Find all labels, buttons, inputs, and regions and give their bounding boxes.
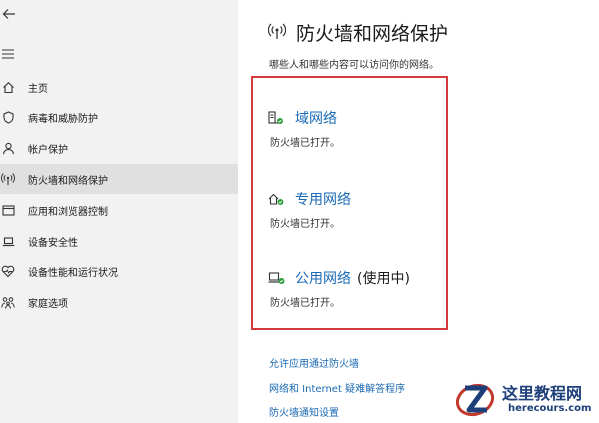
wireless-icon — [1, 172, 15, 186]
page-title: 防火墙和网络保护 — [296, 23, 449, 45]
sidebar-item-label: 家庭选项 — [28, 298, 68, 310]
page-subtitle: 哪些人和哪些内容可以访问你的网络。 — [269, 60, 439, 71]
home-icon — [1, 80, 15, 94]
in-use-label: (使用中) — [357, 271, 410, 287]
sidebar-item-virus-protection[interactable]: 病毒和威胁防护 — [0, 102, 238, 132]
allow-app-through-firewall-link[interactable]: 允许应用通过防火墙 — [269, 355, 359, 370]
network-private-link[interactable]: 专用网络 — [295, 189, 351, 209]
laptop-icon — [1, 234, 15, 248]
network-status: 防火墙已打开。 — [270, 219, 340, 230]
sidebar: 主页 病毒和威胁防护 帐户保护 防火墙和网络保护 应用和浏览器控制 设备安全性 — [0, 0, 238, 423]
watermark-en-text: herecours.com — [508, 403, 592, 414]
sidebar-item-label: 病毒和威胁防护 — [28, 113, 98, 125]
sidebar-item-label: 防火墙和网络保护 — [28, 175, 108, 187]
public-network-icon — [268, 270, 286, 284]
sidebar-item-device-security[interactable]: 设备安全性 — [0, 226, 238, 256]
sidebar-item-label: 设备安全性 — [28, 237, 78, 249]
network-status: 防火墙已打开。 — [270, 138, 340, 149]
firewall-notification-settings-link[interactable]: 防火墙通知设置 — [269, 404, 339, 419]
network-name[interactable]: 专用网络 — [295, 192, 351, 208]
sidebar-item-home[interactable]: 主页 — [0, 72, 238, 102]
network-public-link[interactable]: 公用网络 (使用中) — [295, 268, 410, 288]
shield-icon — [1, 110, 15, 124]
watermark-logo-icon — [454, 379, 496, 419]
sidebar-item-label: 应用和浏览器控制 — [28, 206, 108, 218]
private-network-icon — [268, 191, 286, 205]
network-name[interactable]: 域网络 — [295, 111, 337, 127]
sidebar-item-label: 帐户保护 — [28, 144, 68, 156]
network-name[interactable]: 公用网络 — [295, 271, 351, 287]
sidebar-item-label: 主页 — [28, 83, 48, 95]
family-icon — [1, 295, 15, 309]
heart-icon — [1, 264, 15, 278]
sidebar-item-firewall[interactable]: 防火墙和网络保护 — [0, 164, 238, 194]
network-troubleshooter-link[interactable]: 网络和 Internet 疑难解答程序 — [269, 380, 405, 395]
domain-network-icon — [268, 110, 286, 124]
sidebar-item-label: 设备性能和运行状况 — [28, 267, 118, 279]
sidebar-item-account-protection[interactable]: 帐户保护 — [0, 133, 238, 163]
wireless-icon — [267, 22, 287, 40]
watermark: 这里教程网 herecours.com — [450, 376, 599, 423]
sidebar-item-family-options[interactable]: 家庭选项 — [0, 287, 238, 317]
watermark-cn-text: 这里教程网 — [502, 384, 583, 403]
person-icon — [1, 141, 15, 155]
hamburger-menu-icon[interactable] — [2, 44, 14, 59]
app-window-icon — [1, 203, 15, 217]
network-domain-link[interactable]: 域网络 — [295, 108, 337, 128]
network-status: 防火墙已打开。 — [270, 298, 340, 309]
sidebar-item-app-browser-control[interactable]: 应用和浏览器控制 — [0, 195, 238, 225]
sidebar-item-device-performance[interactable]: 设备性能和运行状况 — [0, 256, 238, 286]
back-arrow-icon[interactable] — [2, 6, 16, 20]
